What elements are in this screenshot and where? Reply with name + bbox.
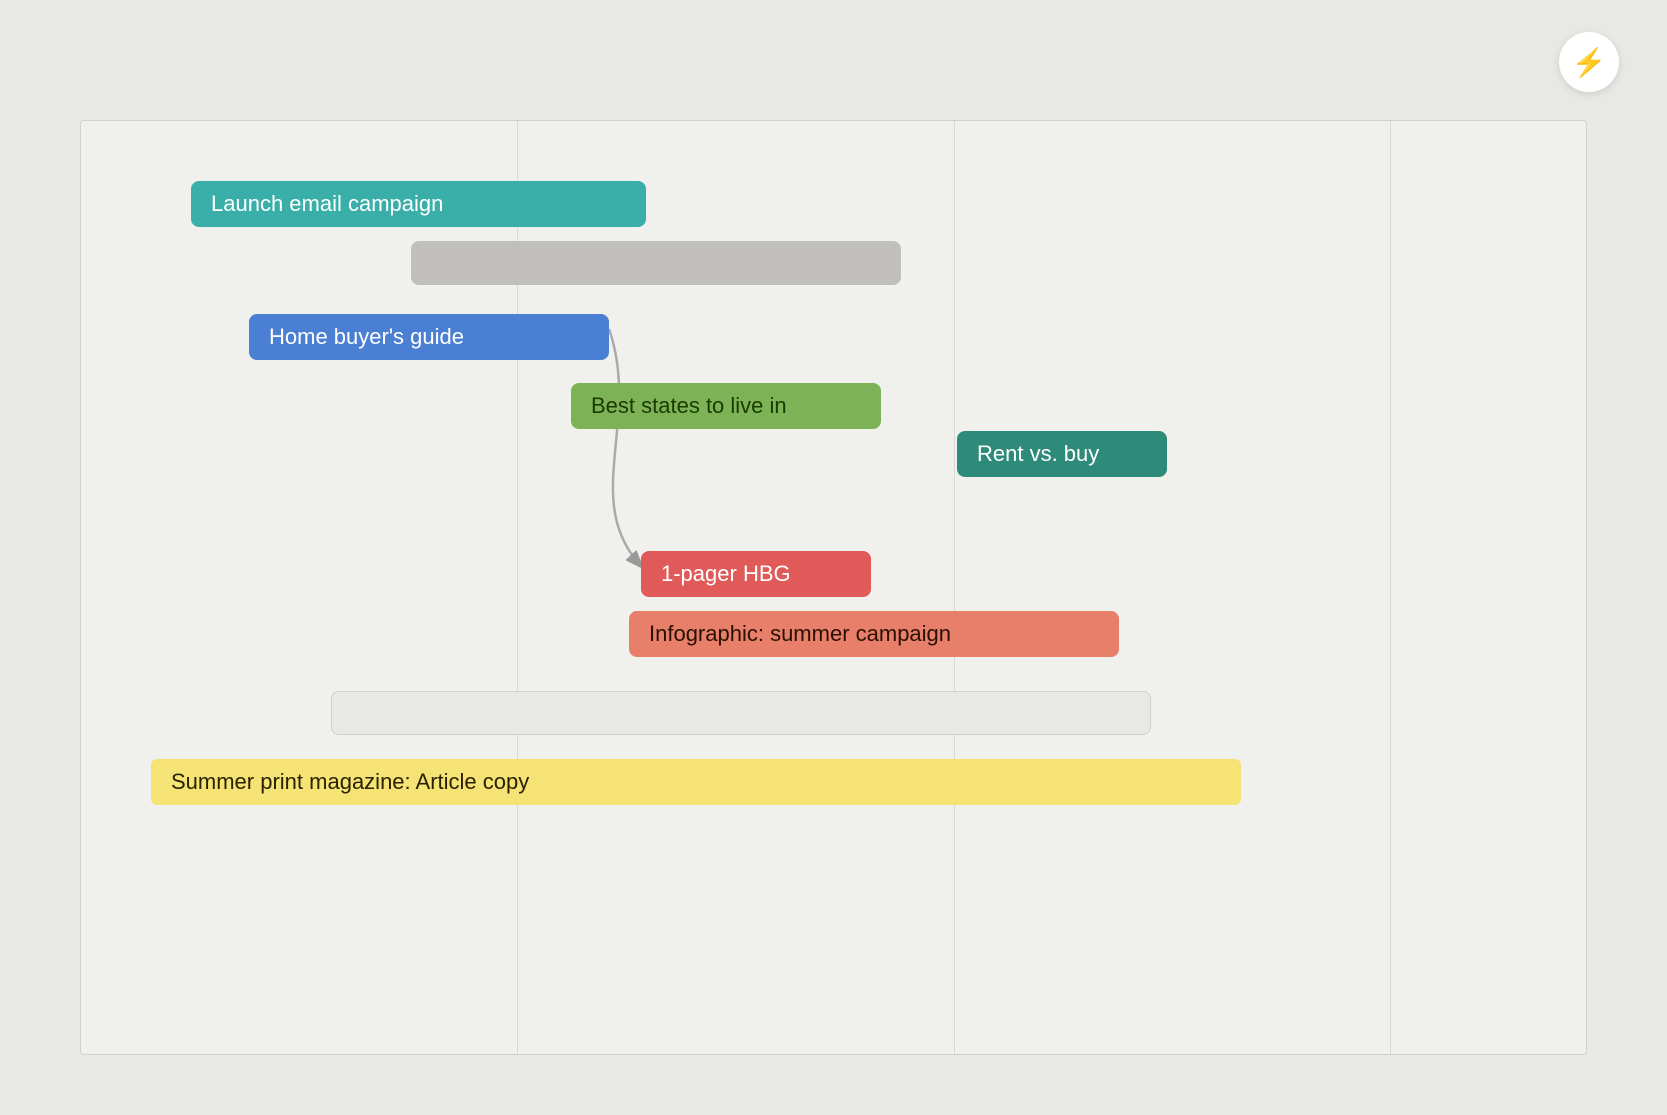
infographic-summer-campaign-label: Infographic: summer campaign bbox=[649, 621, 951, 647]
unnamed-white-bar[interactable] bbox=[331, 691, 1151, 735]
summer-print-magazine-label: Summer print magazine: Article copy bbox=[171, 769, 529, 795]
1-pager-hbg-label: 1-pager HBG bbox=[661, 561, 791, 587]
1-pager-hbg[interactable]: 1-pager HBG bbox=[641, 551, 871, 597]
rent-vs-buy[interactable]: Rent vs. buy bbox=[957, 431, 1167, 477]
lightning-icon: ⚡ bbox=[1572, 46, 1607, 79]
summer-print-magazine[interactable]: Summer print magazine: Article copy bbox=[151, 759, 1241, 805]
unnamed-gray-bar[interactable] bbox=[411, 241, 901, 285]
launch-email-campaign[interactable]: Launch email campaign bbox=[191, 181, 646, 227]
launch-email-campaign-label: Launch email campaign bbox=[211, 191, 443, 217]
grid-line-3 bbox=[1390, 121, 1391, 1054]
quick-actions-button[interactable]: ⚡ bbox=[1559, 32, 1619, 92]
grid-line-2 bbox=[954, 121, 955, 1054]
best-states-to-live-in-label: Best states to live in bbox=[591, 393, 787, 419]
home-buyers-guide[interactable]: Home buyer's guide bbox=[249, 314, 609, 360]
rent-vs-buy-label: Rent vs. buy bbox=[977, 441, 1099, 467]
infographic-summer-campaign[interactable]: Infographic: summer campaign bbox=[629, 611, 1119, 657]
home-buyers-guide-label: Home buyer's guide bbox=[269, 324, 464, 350]
canvas-area: Launch email campaign Home buyer's guide B… bbox=[80, 120, 1587, 1055]
best-states-to-live-in[interactable]: Best states to live in bbox=[571, 383, 881, 429]
